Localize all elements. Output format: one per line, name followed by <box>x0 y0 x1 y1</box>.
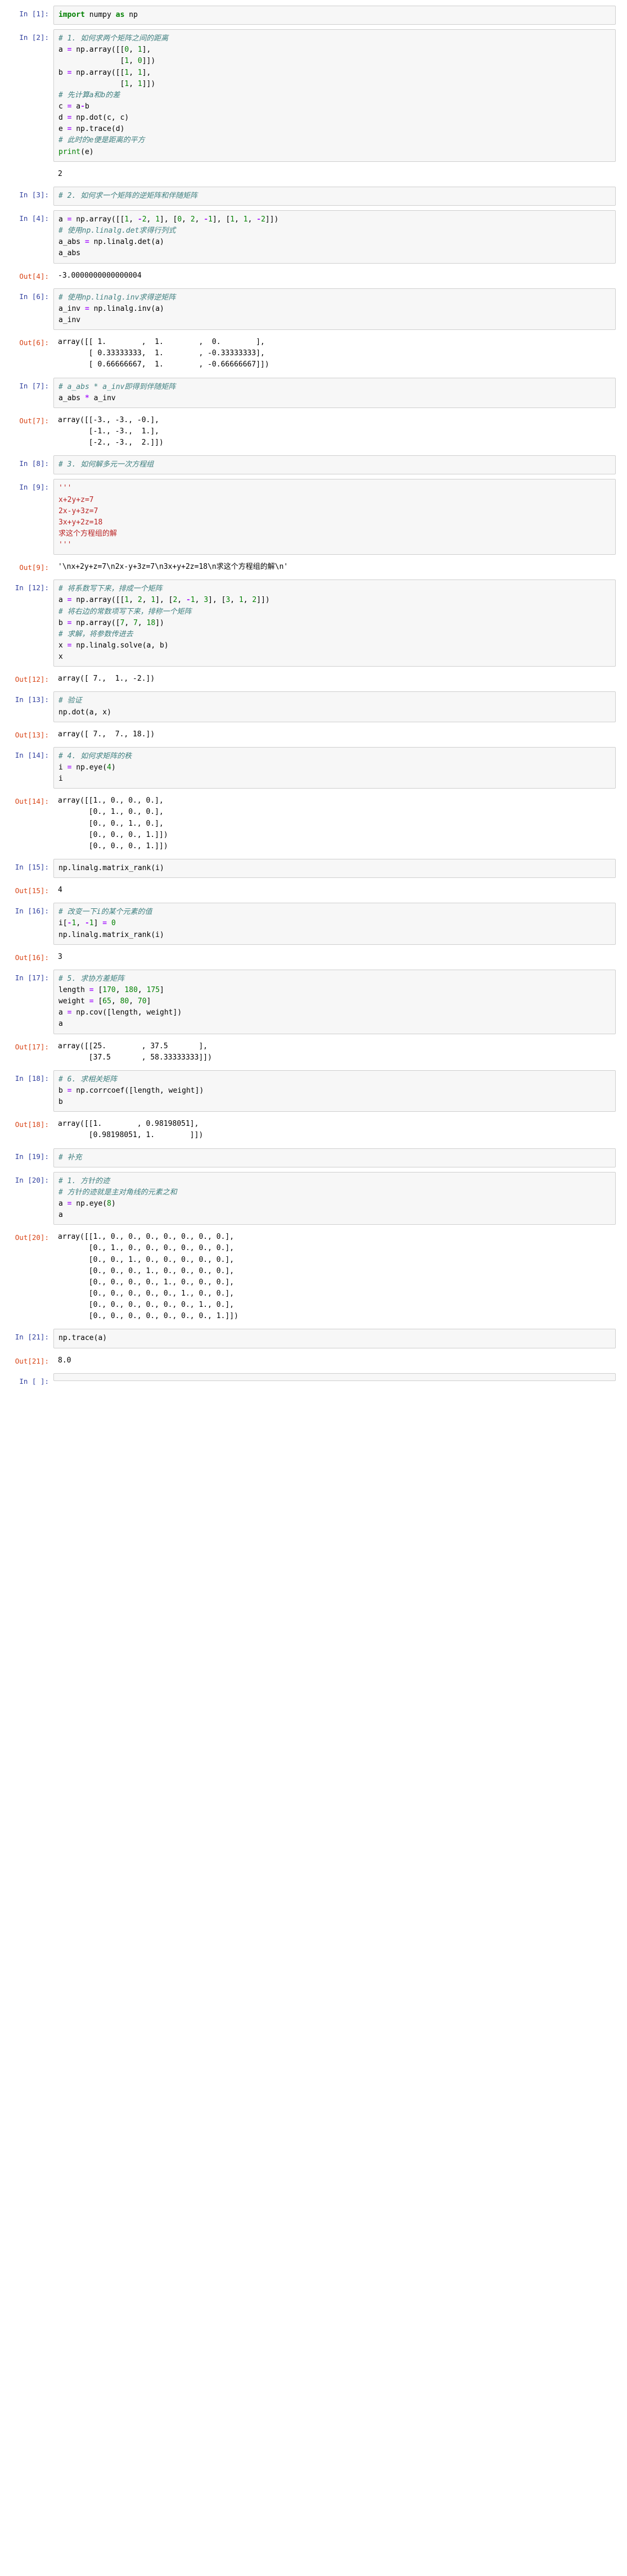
output-prompt: Out[21]: <box>0 1353 53 1367</box>
code-input[interactable]: np.linalg.matrix_rank(i) <box>53 859 616 878</box>
input-prompt: In [1]: <box>0 6 53 20</box>
input-prompt: In [9]: <box>0 479 53 493</box>
code-input[interactable]: # 3. 如何解多元一次方程组 <box>53 455 616 474</box>
output-row: Out[13]:array([ 7., 7., 18.]) <box>0 727 627 743</box>
execute-result: 3 <box>53 949 616 965</box>
notebook-container: In [1]:import numpy as npIn [2]:# 1. 如何求… <box>0 6 627 1387</box>
code-input[interactable]: a = np.array([[1, -2, 1], [0, 2, -1], [1… <box>53 210 616 264</box>
input-prompt: In [14]: <box>0 747 53 761</box>
code-cell[interactable]: In [16]:# 改变一下i的某个元素的值 i[-1, -1] = 0 np.… <box>0 903 627 944</box>
output-row: Out[12]:array([ 7., 1., -2.]) <box>0 671 627 687</box>
code-input[interactable]: # 4. 如何求矩阵的秩 i = np.eye(4) i <box>53 747 616 789</box>
stream-output: 2 <box>53 166 616 182</box>
output-row: Out[15]:4 <box>0 882 627 898</box>
execute-result: 8.0 <box>53 1353 616 1369</box>
input-prompt: In [17]: <box>0 970 53 984</box>
output-prompt: Out[18]: <box>0 1116 53 1130</box>
code-input[interactable] <box>53 1373 616 1381</box>
code-cell[interactable]: In [ ]: <box>0 1373 627 1387</box>
code-cell[interactable]: In [17]:# 5. 求协方差矩阵 length = [170, 180, … <box>0 970 627 1034</box>
code-cell[interactable]: In [7]:# a_abs * a_inv即得到伴随矩阵 a_abs * a_… <box>0 378 627 408</box>
code-input[interactable]: # a_abs * a_inv即得到伴随矩阵 a_abs * a_inv <box>53 378 616 408</box>
output-row: Out[17]:array([[25. , 37.5 ], [37.5 , 58… <box>0 1039 627 1066</box>
code-cell[interactable]: In [9]:''' x+2y+z=7 2x-y+3z=7 3x+y+2z=18… <box>0 479 627 555</box>
code-input[interactable]: # 1. 方针的迹 # 方针的迹就是主对角线的元素之和 a = np.eye(8… <box>53 1172 616 1225</box>
input-prompt: In [ ]: <box>0 1373 53 1387</box>
execute-result: '\nx+2y+z=7\n2x-y+3z=7\n3x+y+2z=18\n求这个方… <box>53 559 616 575</box>
execute-result: -3.0000000000000004 <box>53 268 616 284</box>
code-cell[interactable]: In [1]:import numpy as np <box>0 6 627 25</box>
code-input[interactable]: # 改变一下i的某个元素的值 i[-1, -1] = 0 np.linalg.m… <box>53 903 616 944</box>
input-prompt: In [13]: <box>0 691 53 705</box>
code-cell[interactable]: In [6]:# 使用np.linalg.inv求得逆矩阵 a_inv = np… <box>0 288 627 330</box>
code-input[interactable]: # 6. 求相关矩阵 b = np.corrcoef([length, weig… <box>53 1070 616 1112</box>
output-row: Out[14]:array([[1., 0., 0., 0.], [0., 1.… <box>0 793 627 854</box>
code-input[interactable]: # 将系数写下来，排成一个矩阵 a = np.array([[1, 2, 1],… <box>53 580 616 667</box>
code-input[interactable]: import numpy as np <box>53 6 616 25</box>
input-prompt: In [6]: <box>0 288 53 302</box>
code-cell[interactable]: In [20]:# 1. 方针的迹 # 方针的迹就是主对角线的元素之和 a = … <box>0 1172 627 1225</box>
code-cell[interactable]: In [14]:# 4. 如何求矩阵的秩 i = np.eye(4) i <box>0 747 627 789</box>
output-prompt: Out[20]: <box>0 1229 53 1243</box>
output-prompt: Out[12]: <box>0 671 53 685</box>
code-input[interactable]: np.trace(a) <box>53 1329 616 1348</box>
output-row: Out[6]:array([[ 1. , 1. , 0. ], [ 0.3333… <box>0 334 627 373</box>
output-prompt: Out[4]: <box>0 268 53 282</box>
code-cell[interactable]: In [13]:# 验证 np.dot(a, x) <box>0 691 627 722</box>
output-prompt: Out[13]: <box>0 727 53 741</box>
output-row: Out[16]:3 <box>0 949 627 965</box>
execute-result: array([[1., 0., 0., 0.], [0., 1., 0., 0.… <box>53 793 616 854</box>
input-prompt: In [18]: <box>0 1070 53 1084</box>
code-input[interactable]: # 5. 求协方差矩阵 length = [170, 180, 175] wei… <box>53 970 616 1034</box>
input-prompt: In [16]: <box>0 903 53 917</box>
output-prompt: Out[14]: <box>0 793 53 807</box>
output-row: Out[21]:8.0 <box>0 1353 627 1369</box>
output-prompt: Out[17]: <box>0 1039 53 1053</box>
output-row: Out[20]:array([[1., 0., 0., 0., 0., 0., … <box>0 1229 627 1324</box>
execute-result: array([[ 1. , 1. , 0. ], [ 0.33333333, 1… <box>53 334 616 373</box>
code-input[interactable]: # 验证 np.dot(a, x) <box>53 691 616 722</box>
code-input[interactable]: # 2. 如何求一个矩阵的逆矩阵和伴随矩阵 <box>53 187 616 206</box>
output-row: Out[18]:array([[1. , 0.98198051], [0.981… <box>0 1116 627 1143</box>
execute-result: array([ 7., 1., -2.]) <box>53 671 616 687</box>
code-input[interactable]: ''' x+2y+z=7 2x-y+3z=7 3x+y+2z=18 求这个方程组… <box>53 479 616 555</box>
input-prompt: In [4]: <box>0 210 53 224</box>
execute-result: array([ 7., 7., 18.]) <box>53 727 616 743</box>
code-cell[interactable]: In [8]:# 3. 如何解多元一次方程组 <box>0 455 627 474</box>
input-prompt: In [8]: <box>0 455 53 469</box>
code-cell[interactable]: In [19]:# 补充 <box>0 1148 627 1167</box>
code-input[interactable]: # 补充 <box>53 1148 616 1167</box>
output-row: Out[7]:array([[-3., -3., -0.], [-1., -3.… <box>0 413 627 451</box>
code-cell[interactable]: In [12]:# 将系数写下来，排成一个矩阵 a = np.array([[1… <box>0 580 627 667</box>
code-cell[interactable]: In [3]:# 2. 如何求一个矩阵的逆矩阵和伴随矩阵 <box>0 187 627 206</box>
input-prompt: In [20]: <box>0 1172 53 1186</box>
execute-result: array([[25. , 37.5 ], [37.5 , 58.3333333… <box>53 1039 616 1066</box>
code-cell[interactable]: In [18]:# 6. 求相关矩阵 b = np.corrcoef([leng… <box>0 1070 627 1112</box>
input-prompt: In [2]: <box>0 29 53 43</box>
execute-result: array([[1. , 0.98198051], [0.98198051, 1… <box>53 1116 616 1143</box>
input-prompt: In [21]: <box>0 1329 53 1343</box>
execute-result: array([[-3., -3., -0.], [-1., -3., 1.], … <box>53 413 616 451</box>
code-input[interactable]: # 使用np.linalg.inv求得逆矩阵 a_inv = np.linalg… <box>53 288 616 330</box>
input-prompt: In [12]: <box>0 580 53 594</box>
output-prompt: Out[7]: <box>0 413 53 427</box>
input-prompt: In [19]: <box>0 1148 53 1162</box>
input-prompt: In [15]: <box>0 859 53 873</box>
output-prompt: Out[16]: <box>0 949 53 963</box>
stream-output-row: 2 <box>0 166 627 182</box>
output-prompt: Out[9]: <box>0 559 53 573</box>
output-prompt: Out[15]: <box>0 882 53 897</box>
input-prompt: In [7]: <box>0 378 53 392</box>
execute-result: 4 <box>53 882 616 898</box>
code-cell[interactable]: In [15]:np.linalg.matrix_rank(i) <box>0 859 627 878</box>
code-cell[interactable]: In [2]:# 1. 如何求两个矩阵之间的距离 a = np.array([[… <box>0 29 627 162</box>
code-cell[interactable]: In [21]:np.trace(a) <box>0 1329 627 1348</box>
output-row: Out[4]:-3.0000000000000004 <box>0 268 627 284</box>
output-prompt: Out[6]: <box>0 334 53 348</box>
code-cell[interactable]: In [4]:a = np.array([[1, -2, 1], [0, 2, … <box>0 210 627 264</box>
execute-result: array([[1., 0., 0., 0., 0., 0., 0., 0.],… <box>53 1229 616 1324</box>
output-row: Out[9]:'\nx+2y+z=7\n2x-y+3z=7\n3x+y+2z=1… <box>0 559 627 575</box>
code-input[interactable]: # 1. 如何求两个矩阵之间的距离 a = np.array([[0, 1], … <box>53 29 616 162</box>
input-prompt: In [3]: <box>0 187 53 201</box>
